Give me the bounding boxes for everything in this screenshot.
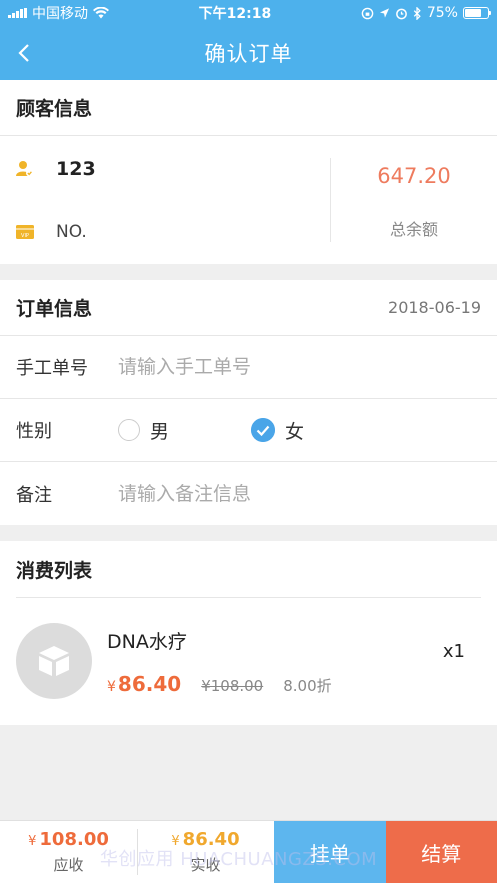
item-name: DNA水疗 bbox=[107, 630, 187, 653]
item-info: DNA水疗 ¥86.40 ¥108.00 8.00折 bbox=[107, 627, 481, 696]
note-row: 备注 bbox=[0, 462, 497, 525]
balance-value: 647.20 bbox=[377, 164, 451, 188]
wifi-icon bbox=[93, 7, 109, 19]
vip-card-icon: VIP bbox=[16, 225, 34, 239]
section-divider bbox=[0, 264, 497, 280]
note-label: 备注 bbox=[16, 484, 52, 506]
checkout-bar: ¥108.00 应收 ¥86.40 实收 挂单 结算 华创应用 HUACHUAN… bbox=[0, 820, 497, 883]
consumption-section: 消费列表 DNA水疗 ¥86.40 ¥108.00 8.00折 x1 bbox=[0, 541, 497, 725]
receivable-label: 应收 bbox=[53, 856, 84, 874]
item-quantity: x1 bbox=[442, 641, 465, 662]
hold-order-button[interactable]: 挂单 bbox=[274, 821, 386, 883]
gender-female-label: 女 bbox=[285, 420, 305, 443]
gender-row: 性别 男 女 bbox=[0, 399, 497, 462]
page-title: 确认订单 bbox=[204, 42, 293, 66]
svg-text:VIP: VIP bbox=[21, 233, 29, 239]
customer-name: 123 bbox=[56, 158, 96, 180]
receivable-amount: ¥108.00 bbox=[28, 829, 109, 850]
order-date: 2018-06-19 bbox=[388, 298, 481, 317]
back-arrow-icon[interactable] bbox=[14, 39, 38, 67]
item-price-value: 86.40 bbox=[117, 671, 182, 696]
battery-icon bbox=[462, 7, 491, 19]
received-block: ¥86.40 实收 bbox=[137, 821, 274, 883]
manual-number-input[interactable] bbox=[118, 356, 481, 378]
item-thumbnail bbox=[16, 623, 92, 699]
manual-number-label: 手工单号 bbox=[16, 358, 88, 379]
balance-label: 总余额 bbox=[389, 220, 438, 239]
order-section-title: 订单信息 bbox=[16, 298, 93, 320]
customer-details: 123 VIP NO. bbox=[0, 158, 331, 242]
item-price-row: ¥86.40 ¥108.00 8.00折 bbox=[107, 672, 481, 696]
customer-card-number: NO. bbox=[56, 222, 87, 242]
status-bar: 中国移动 下午12:18 75% bbox=[0, 0, 497, 26]
location-icon bbox=[379, 8, 389, 18]
gender-male-radio[interactable]: 男 bbox=[118, 417, 169, 444]
bluetooth-icon bbox=[413, 6, 421, 20]
gender-male-label: 男 bbox=[150, 420, 170, 443]
received-currency: ¥ bbox=[171, 834, 180, 849]
item-discount: 8.00折 bbox=[283, 676, 332, 695]
package-box-icon bbox=[39, 646, 69, 676]
order-section: 订单信息 2018-06-19 手工单号 性别 男 女 备注 bbox=[0, 280, 497, 525]
customer-section-title: 顾客信息 bbox=[16, 98, 93, 120]
received-label: 实收 bbox=[190, 856, 221, 874]
gender-female-radio[interactable]: 女 bbox=[251, 417, 304, 444]
gender-label: 性别 bbox=[16, 421, 52, 442]
battery-fill bbox=[464, 9, 482, 17]
item-price-currency: ¥ bbox=[107, 678, 116, 695]
navigation-bar: 确认订单 bbox=[0, 26, 497, 80]
carrier-text: 中国移动 bbox=[32, 6, 88, 22]
member-user-icon bbox=[16, 161, 33, 177]
customer-section-header: 顾客信息 bbox=[0, 80, 497, 136]
balance-block: 647.20 总余额 bbox=[331, 136, 497, 264]
battery-percent: 75% bbox=[426, 5, 458, 21]
customer-section: 顾客信息 123 VIP NO. 647.20 总余额 bbox=[0, 80, 497, 264]
list-item[interactable]: DNA水疗 ¥86.40 ¥108.00 8.00折 x1 bbox=[0, 597, 497, 725]
item-original-price: ¥108.00 bbox=[201, 676, 264, 695]
consumption-section-header: 消费列表 bbox=[0, 541, 497, 597]
order-section-header: 订单信息 2018-06-19 bbox=[0, 280, 497, 336]
section-divider bbox=[0, 525, 497, 541]
alarm-icon bbox=[395, 8, 407, 19]
received-amount: ¥86.40 bbox=[171, 829, 239, 850]
gender-radio-group: 男 女 bbox=[118, 417, 386, 444]
manual-number-row: 手工单号 bbox=[0, 336, 497, 399]
radio-checked-icon bbox=[251, 418, 276, 442]
radio-unchecked-icon bbox=[118, 419, 140, 441]
received-value: 86.40 bbox=[182, 829, 240, 850]
checkout-button[interactable]: 结算 bbox=[385, 821, 497, 883]
receivable-currency: ¥ bbox=[28, 834, 37, 849]
lock-rotation-icon bbox=[361, 7, 374, 19]
item-price: ¥86.40 bbox=[107, 672, 181, 696]
clock-text: 下午12:18 bbox=[198, 6, 272, 22]
signal-icon bbox=[8, 8, 27, 18]
note-input[interactable] bbox=[118, 482, 481, 505]
receivable-block: ¥108.00 应收 bbox=[0, 821, 137, 883]
customer-card: 123 VIP NO. 647.20 总余额 bbox=[0, 136, 497, 264]
consumption-section-title: 消费列表 bbox=[16, 559, 93, 582]
receivable-value: 108.00 bbox=[39, 829, 109, 850]
header-bar: 中国移动 下午12:18 75% 确认订单 bbox=[0, 0, 497, 80]
